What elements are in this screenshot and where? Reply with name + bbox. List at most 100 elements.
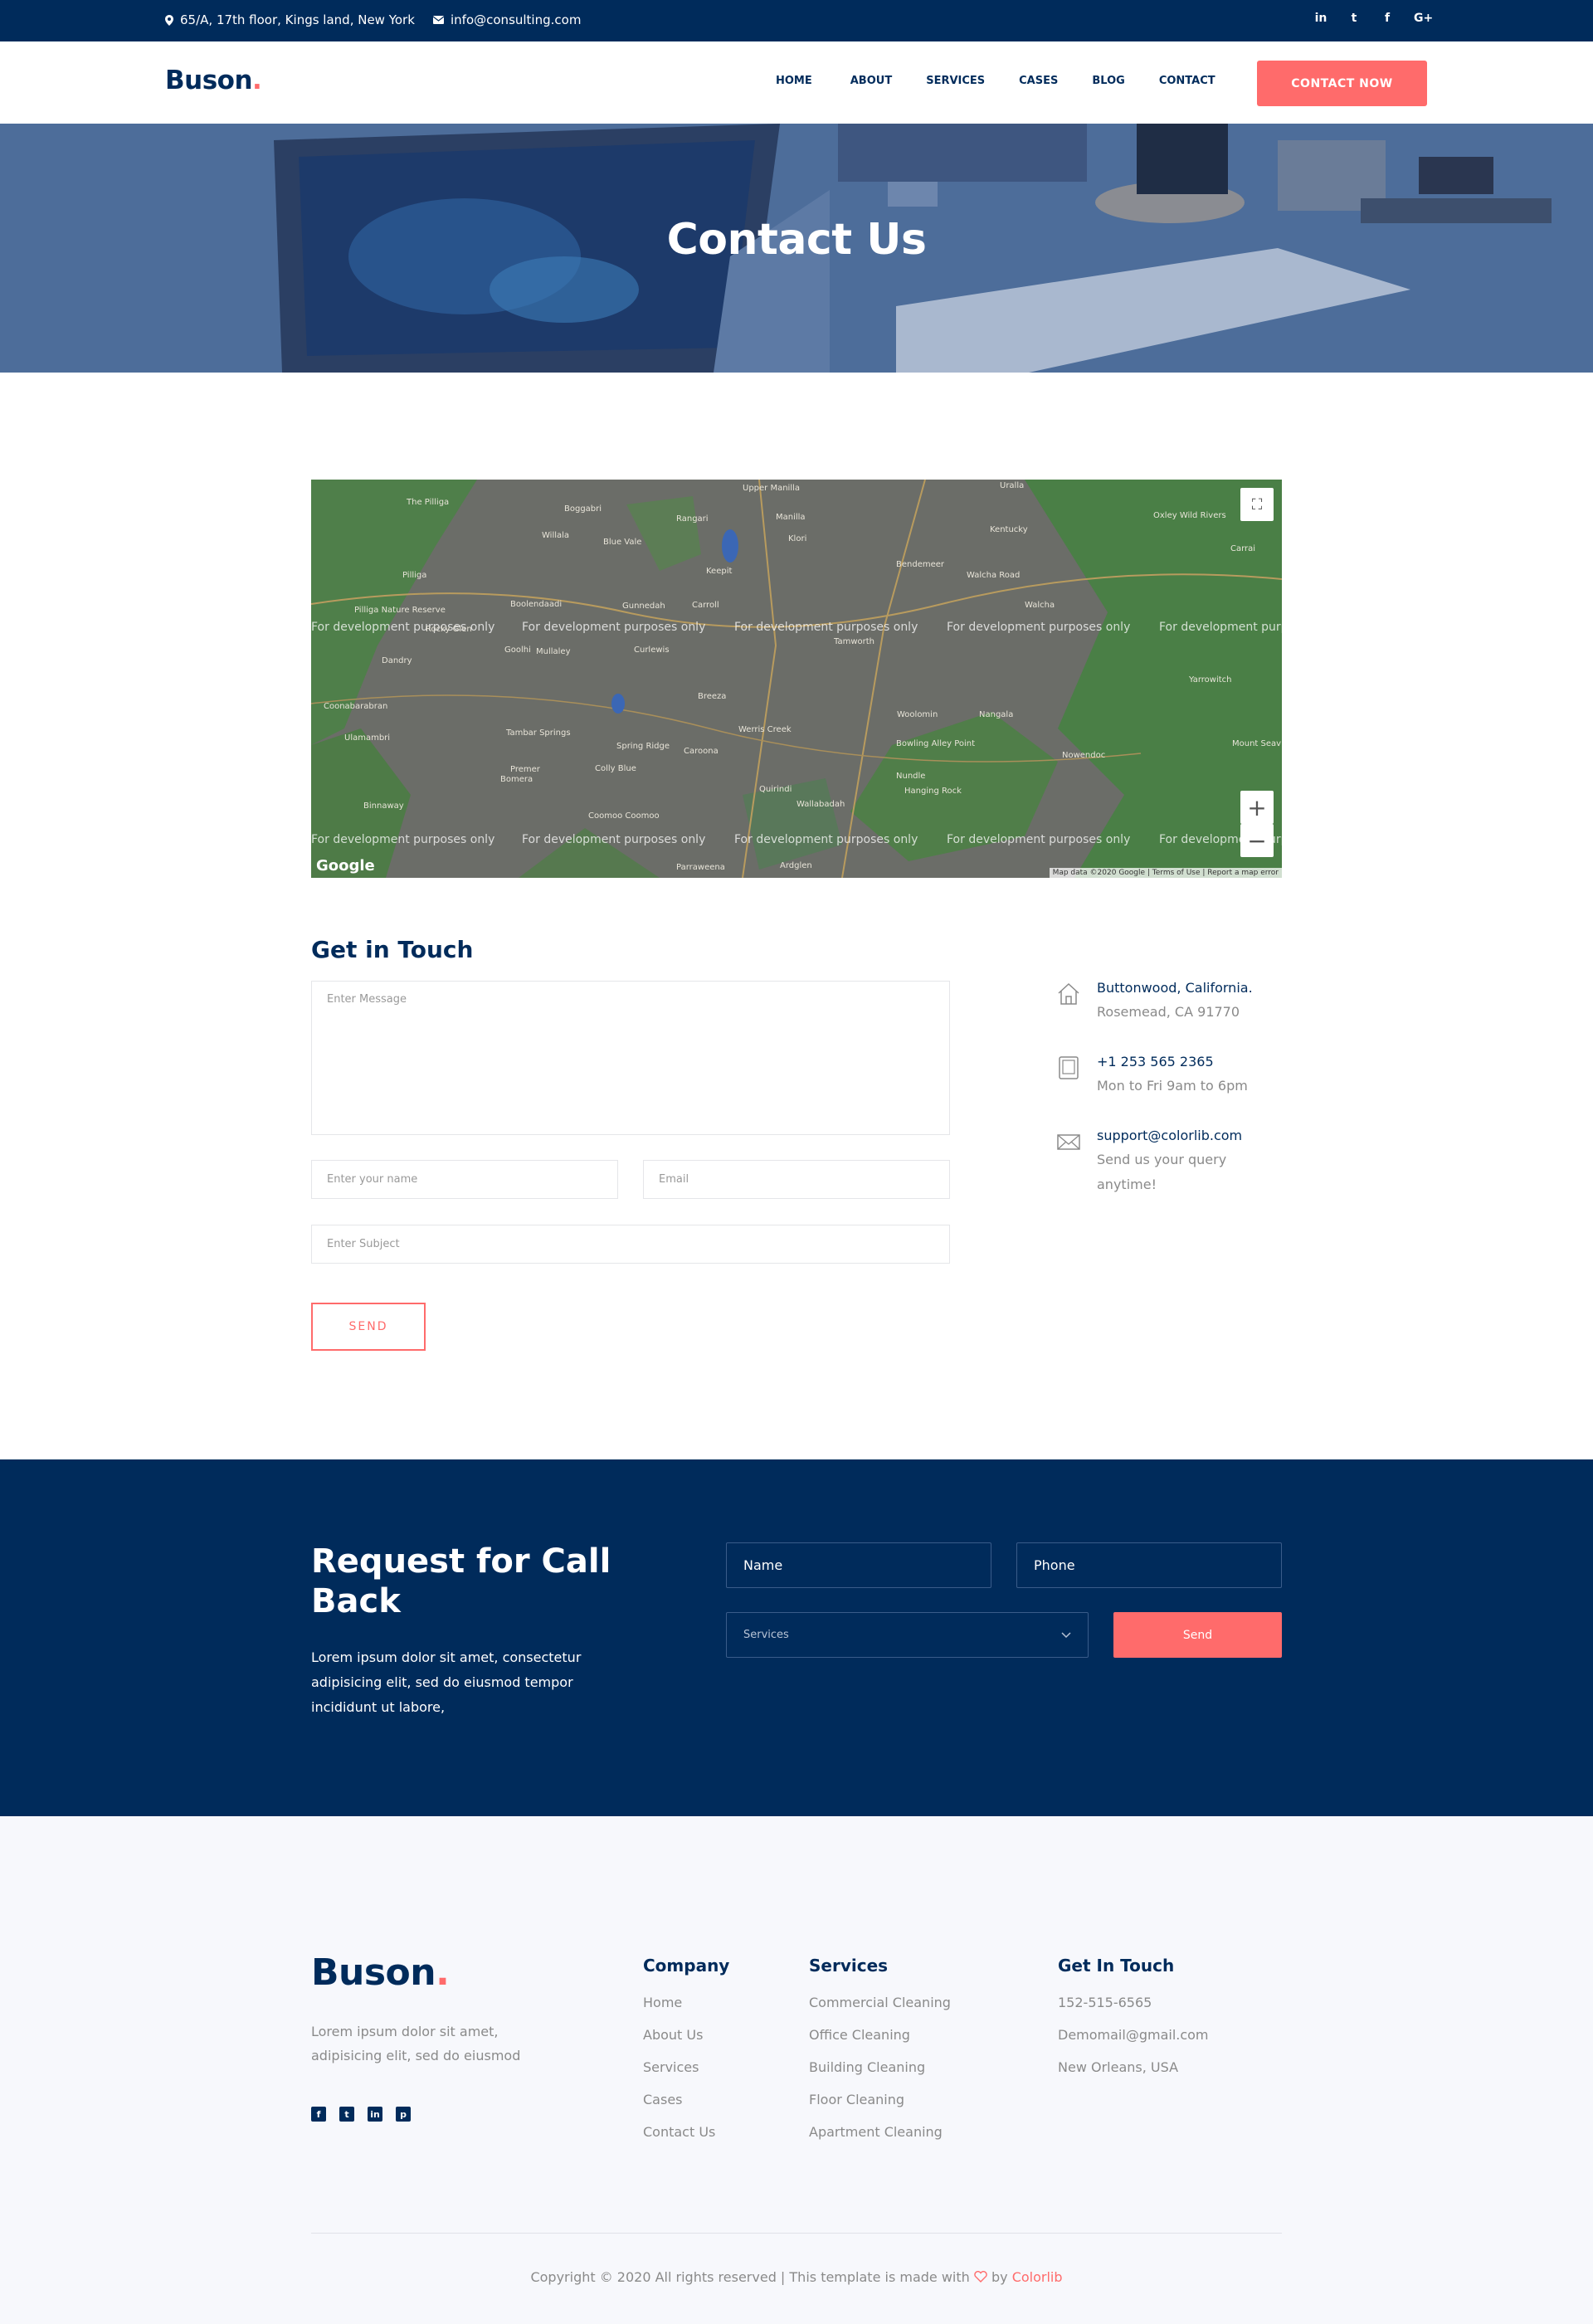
services-select-value: Services (743, 1629, 789, 1641)
top-social-links: in t f G+ (1314, 12, 1434, 25)
footer-link-services[interactable]: Services (643, 2059, 729, 2092)
nav-cases[interactable]: CASES (1019, 75, 1058, 87)
footer-social-links: f t in p (311, 2107, 411, 2122)
callback-send-button[interactable]: Send (1113, 1612, 1282, 1658)
map-place-label: Mullaley (536, 647, 571, 656)
twitter-icon[interactable]: t (339, 2107, 354, 2122)
copyright: Copyright © 2020 All rights reserved | T… (0, 2269, 1593, 2285)
map-place-label: Dandry (382, 656, 412, 665)
brand-dot: . (252, 66, 262, 95)
email-icon (1057, 1134, 1080, 1150)
footer-email[interactable]: Demomail@gmail.com (1058, 2027, 1209, 2059)
map-watermark: For development purposes only (734, 833, 918, 846)
facebook-icon[interactable]: f (1381, 12, 1394, 25)
brand-logo[interactable]: Buson. (165, 66, 262, 95)
google-plus-icon[interactable]: G+ (1414, 12, 1433, 25)
nav-blog[interactable]: BLOG (1092, 75, 1124, 87)
colorlib-link[interactable]: Colorlib (1012, 2269, 1063, 2285)
map-place-label: Ardglen (780, 861, 812, 870)
copyright-text: Copyright © 2020 All rights reserved | T… (530, 2269, 970, 2285)
footer-logo[interactable]: Buson. (311, 1951, 450, 1994)
footer-location: New Orleans, USA (1058, 2059, 1179, 2075)
support-email: support@colorlib.com (1097, 1128, 1243, 1143)
map-place-label: Curlewis (634, 646, 670, 655)
map-place-label: Rocky Glen (426, 625, 472, 634)
chevron-down-icon (1061, 1631, 1071, 1638)
site-footer: Buson. Lorem ipsum dolor sit amet, adipi… (0, 1816, 1593, 2324)
map-place-label: Bowling Alley Point (896, 739, 976, 748)
email-text: info@consulting.com (451, 12, 582, 27)
nav-about[interactable]: ABOUT (850, 75, 892, 87)
map-place-label: Nangala (979, 710, 1014, 719)
map-place-label: Breeza (698, 692, 727, 701)
map-pin-icon (165, 14, 173, 26)
map-watermark: For development purposes only (1159, 621, 1282, 634)
map-place-label: Binnaway (363, 801, 404, 811)
send-button[interactable]: SEND (311, 1303, 426, 1351)
services-select[interactable]: Services (726, 1612, 1089, 1658)
nav-home[interactable]: HOME (776, 75, 812, 87)
contact-now-button[interactable]: CONTACT NOW (1257, 61, 1427, 106)
linkedin-icon[interactable]: in (368, 2107, 382, 2122)
map-place-label: Quirindi (759, 785, 792, 794)
footer-link-home[interactable]: Home (643, 1995, 729, 2027)
footer-link-office-cleaning[interactable]: Office Cleaning (809, 2027, 951, 2059)
map-place-label: Tamworth (834, 637, 874, 646)
fullscreen-icon[interactable]: ⛶ (1240, 488, 1274, 521)
map-watermark: For development purposes only (947, 621, 1131, 634)
map-place-label: Pilliga Nature Reserve (354, 606, 446, 615)
map-place-label: Nowendoc (1062, 751, 1106, 760)
zoom-out-button[interactable]: − (1240, 824, 1274, 857)
footer-link-apartment-cleaning[interactable]: Apartment Cleaning (809, 2124, 951, 2156)
subject-input[interactable]: Enter Subject (311, 1225, 950, 1264)
footer-link-building-cleaning[interactable]: Building Cleaning (809, 2059, 951, 2092)
zoom-in-button[interactable]: + (1240, 791, 1274, 824)
nav-contact[interactable]: CONTACT (1159, 75, 1215, 87)
map-attribution[interactable]: Map data ©2020 Google | Terms of Use | R… (1049, 868, 1282, 878)
linkedin-icon[interactable]: in (1314, 12, 1328, 25)
footer-column-company: Company Home About Us Services Cases Con… (643, 1956, 729, 2156)
twitter-icon[interactable]: t (1347, 12, 1361, 25)
main-header: Buson. HOME ABOUT SERVICES CASES BLOG CO… (0, 41, 1593, 124)
email-info[interactable]: info@consulting.com (433, 12, 581, 27)
map-place-label: Mount Seaview (1232, 739, 1282, 748)
map-place-label: Klori (788, 534, 807, 543)
callback-phone-input[interactable]: Phone (1016, 1542, 1282, 1588)
footer-about: Lorem ipsum dolor sit amet, adipisicing … (311, 2024, 521, 2063)
address-text: 65/A, 17th floor, Kings land, New York (180, 12, 415, 27)
map-place-label: The Pilliga (407, 498, 450, 507)
embedded-map[interactable]: For development purposes only For develo… (311, 480, 1282, 878)
footer-column-get-in-touch: Get In Touch 152-515-6565 Demomail@gmail… (1058, 1956, 1209, 2092)
footer-link-commercial-cleaning[interactable]: Commercial Cleaning (809, 1995, 951, 2027)
footer-link-floor-cleaning[interactable]: Floor Cleaning (809, 2092, 951, 2124)
map-place-label: Hanging Rock (904, 787, 962, 796)
facebook-icon[interactable]: f (311, 2107, 326, 2122)
footer-link-about[interactable]: About Us (643, 2027, 729, 2059)
page-banner: Contact Us (0, 124, 1593, 373)
envelope-icon (433, 16, 444, 24)
map-place-label: Caroona (684, 747, 719, 756)
footer-column-services: Services Commercial Cleaning Office Clea… (809, 1956, 951, 2156)
callback-section: Request for Call Back Lorem ipsum dolor … (0, 1459, 1593, 1816)
map-place-label: Uralla (1000, 481, 1025, 490)
google-logo: Google (316, 857, 375, 875)
map-place-label: Bendemeer (896, 560, 945, 569)
map-place-label: Manilla (776, 513, 806, 522)
map-place-label: Walcha Road (967, 571, 1021, 580)
address-line1: Buttonwood, California. (1097, 980, 1253, 996)
footer-divider (311, 2233, 1282, 2234)
top-bar: 65/A, 17th floor, Kings land, New York i… (0, 0, 1593, 41)
map-place-label: Ulamambri (344, 733, 391, 743)
footer-link-cases[interactable]: Cases (643, 2092, 729, 2124)
message-textarea[interactable]: Enter Message (311, 981, 950, 1135)
page-title: Contact Us (666, 215, 927, 265)
footer-link-contact[interactable]: Contact Us (643, 2124, 729, 2156)
brand-name: Buson (165, 66, 253, 95)
email-input[interactable]: Email (643, 1160, 950, 1199)
callback-name-input[interactable]: Name (726, 1542, 991, 1588)
name-input[interactable]: Enter your name (311, 1160, 618, 1199)
support-note: Send us your query anytime! (1097, 1152, 1227, 1192)
map-watermark: For development purposes only (947, 833, 1131, 846)
nav-services[interactable]: SERVICES (926, 75, 985, 87)
pinterest-icon[interactable]: p (396, 2107, 411, 2122)
